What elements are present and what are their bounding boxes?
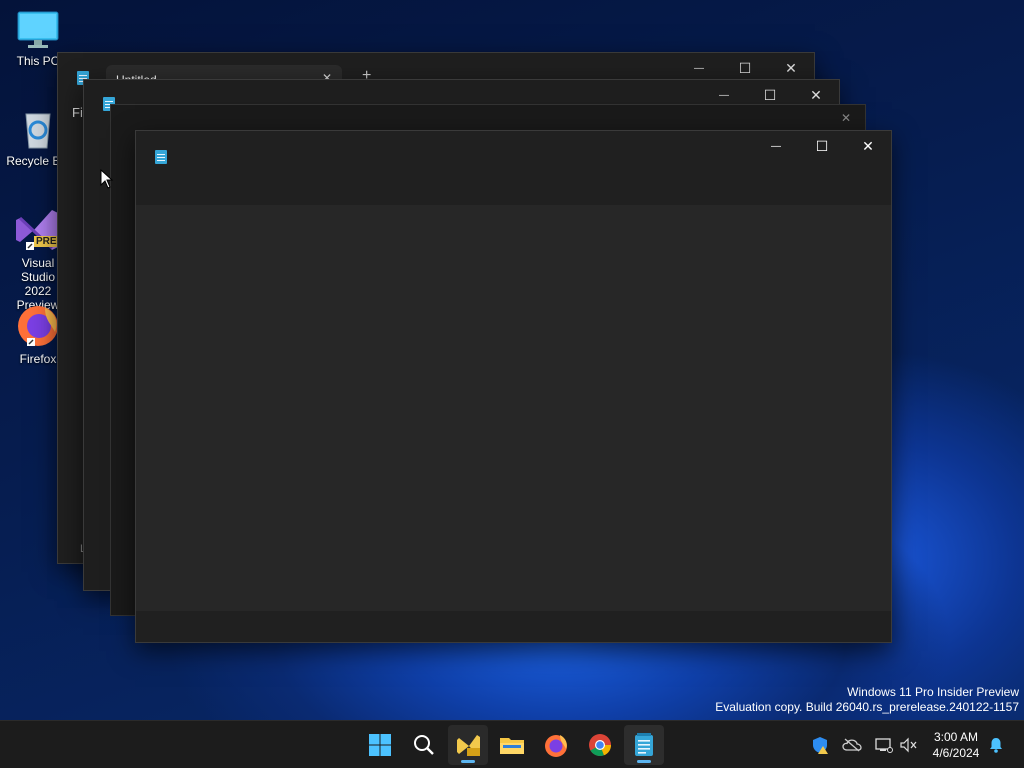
monitor-icon — [17, 11, 59, 48]
watermark-line2: Evaluation copy. Build 26040.rs_prerelea… — [715, 700, 1019, 714]
caption-buttons: — ☐ ✕ — [753, 131, 891, 161]
volume-muted-icon — [900, 737, 917, 753]
maximize-button[interactable]: ☐ — [799, 131, 845, 161]
chrome-icon — [589, 734, 612, 757]
windows-logo-icon — [369, 734, 391, 756]
taskbar-firefox[interactable] — [536, 725, 576, 765]
bell-icon — [990, 738, 1002, 753]
firefox-icon — [18, 306, 58, 346]
close-button[interactable]: ✕ — [845, 131, 891, 161]
taskbar-file-explorer[interactable] — [492, 725, 532, 765]
shield-warning-icon — [813, 737, 828, 754]
tray-volume[interactable] — [899, 735, 919, 755]
tray-security[interactable] — [810, 735, 830, 755]
start-button[interactable] — [360, 725, 400, 765]
firefox-icon — [545, 735, 567, 757]
search-icon — [414, 735, 434, 755]
tray-network[interactable] — [874, 735, 894, 755]
taskbar-notepad[interactable] — [624, 725, 664, 765]
clock-date: 4/6/2024 — [932, 746, 980, 760]
taskbar-clock[interactable]: 3:00 AM 4/6/2024 — [924, 729, 988, 761]
visual-studio-icon — [457, 735, 480, 756]
status-bar — [136, 611, 891, 642]
preview-badge: PRE — [34, 236, 59, 247]
network-icon — [875, 738, 893, 753]
editor-area[interactable] — [136, 205, 891, 611]
clock-time: 3:00 AM — [933, 730, 979, 744]
mouse-cursor-icon — [100, 169, 114, 189]
cloud-off-icon — [842, 738, 862, 752]
recycle-bin-icon — [25, 113, 51, 149]
folder-icon — [500, 738, 524, 754]
notepad-icon — [155, 150, 167, 164]
tray-onedrive[interactable] — [842, 735, 862, 755]
taskbar-visual-studio[interactable] — [448, 725, 488, 765]
watermark-line1: Windows 11 Pro Insider Preview — [847, 685, 1019, 699]
minimize-button[interactable]: — — [753, 131, 799, 161]
evaluation-watermark: Windows 11 Pro Insider Preview Evaluatio… — [715, 685, 1019, 715]
notepad-icon — [635, 733, 653, 756]
notifications-button[interactable] — [986, 735, 1006, 755]
taskbar-chrome[interactable] — [580, 725, 620, 765]
notepad-window-front[interactable]: — ☐ ✕ — [135, 130, 892, 643]
close-icon[interactable]: ✕ — [841, 111, 851, 125]
search-button[interactable] — [404, 725, 444, 765]
taskbar: 3:00 AM 4/6/2024 — [0, 720, 1024, 768]
